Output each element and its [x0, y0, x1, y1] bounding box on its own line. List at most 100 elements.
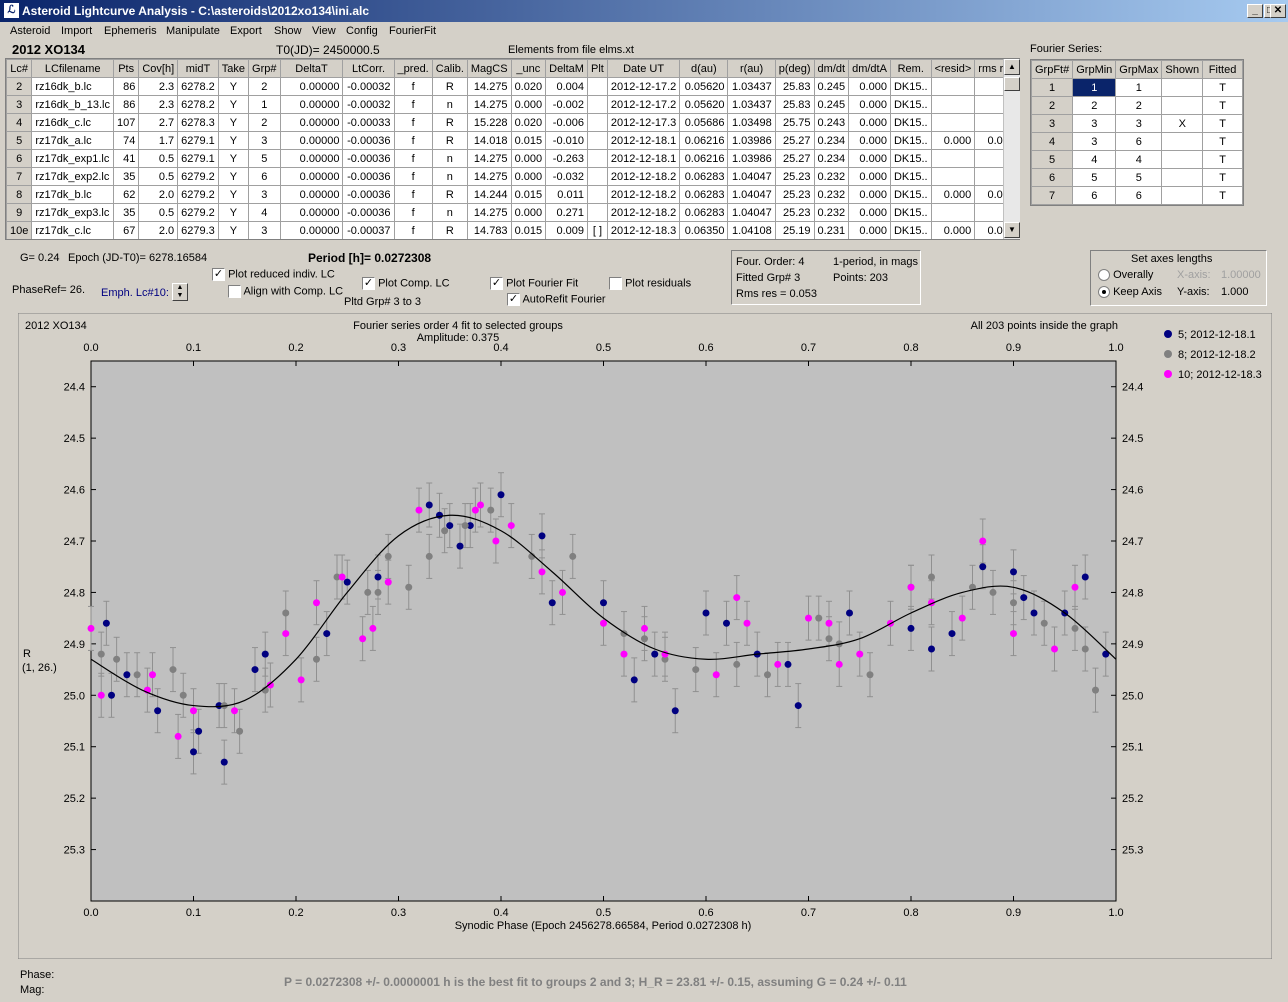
table-cell[interactable] [930, 95, 976, 114]
table-cell[interactable]: 2012-12-18.2 [606, 167, 681, 186]
lc-col-header[interactable]: r(au) [727, 59, 776, 78]
table-cell[interactable]: Y [217, 203, 250, 222]
table-cell[interactable]: 8 [6, 185, 33, 204]
table-cell[interactable]: rz17dk_a.lc [31, 131, 114, 150]
table-cell[interactable]: 25.83 [774, 95, 815, 114]
table-cell[interactable]: 14.275 [466, 95, 512, 114]
overally-radio[interactable]: Overally [1098, 269, 1153, 282]
table-cell[interactable]: Y [217, 221, 250, 239]
table-cell[interactable]: -0.00036 [342, 203, 395, 222]
lc-col-header[interactable]: Lc# [6, 59, 33, 78]
table-cell[interactable]: Y [217, 167, 250, 186]
fourier-row[interactable]: 436 T [1030, 132, 1244, 151]
table-cell[interactable]: rz17dk_c.lc [31, 221, 114, 239]
table-cell[interactable]: 0.05620 [679, 77, 729, 96]
table-cell[interactable]: 25.27 [774, 131, 815, 150]
lc-col-header[interactable]: MagCS [466, 59, 512, 78]
lc-col-header[interactable]: _unc [510, 59, 547, 78]
table-cell[interactable]: 6278.2 [177, 77, 219, 96]
table-cell[interactable]: f [393, 167, 433, 186]
fourier-cell[interactable]: 5 [1072, 168, 1117, 187]
fourier-cell[interactable]: 7 [1030, 186, 1074, 205]
fourier-col-header[interactable]: GrpMin [1072, 60, 1117, 79]
table-cell[interactable]: 0.245 [813, 77, 850, 96]
table-cell[interactable]: 1.03437 [727, 95, 776, 114]
table-cell[interactable]: rz16dk_b.lc [31, 77, 114, 96]
table-cell[interactable]: 14.275 [466, 203, 512, 222]
table-cell[interactable]: DK15.. [889, 77, 932, 96]
fourier-cell[interactable]: T [1202, 168, 1244, 187]
table-cell[interactable]: 2.7 [138, 113, 179, 132]
table-cell[interactable]: f [393, 149, 433, 168]
table-cell[interactable]: 0.06350 [679, 221, 729, 239]
table-cell[interactable]: 0.000 [848, 221, 891, 239]
table-cell[interactable]: 14.275 [466, 167, 512, 186]
lc-col-header[interactable]: Grp# [248, 59, 281, 78]
table-cell[interactable]: 0.00000 [279, 167, 344, 186]
fourier-cell[interactable] [1161, 168, 1204, 187]
table-cell[interactable]: 0.000 [848, 203, 891, 222]
scroll-down-icon[interactable]: ▼ [1004, 222, 1020, 238]
table-cell[interactable]: 0.000 [930, 185, 976, 204]
table-cell[interactable]: 62 [112, 185, 140, 204]
table-cell[interactable]: DK15.. [889, 149, 932, 168]
lc-col-header[interactable]: Pts [112, 59, 140, 78]
fourier-cell[interactable]: T [1202, 150, 1244, 169]
table-cell[interactable]: 6279.2 [177, 167, 219, 186]
fourier-col-header[interactable]: Fitted [1202, 60, 1244, 79]
table-cell[interactable]: 0.00000 [279, 149, 344, 168]
table-cell[interactable]: 2.0 [138, 185, 179, 204]
table-cell[interactable]: Y [217, 185, 250, 204]
fourier-cell[interactable]: 1 [1030, 78, 1074, 97]
table-cell[interactable]: -0.006 [545, 113, 588, 132]
table-cell[interactable]: 25.23 [774, 185, 815, 204]
fourier-cell[interactable]: 6 [1030, 168, 1074, 187]
table-cell[interactable]: 0.234 [813, 149, 850, 168]
table-cell[interactable]: 0.243 [813, 113, 850, 132]
table-cell[interactable] [587, 113, 608, 132]
fourier-cell[interactable]: 2 [1072, 96, 1117, 115]
table-cell[interactable] [930, 113, 976, 132]
table-cell[interactable]: 6278.2 [177, 95, 219, 114]
table-cell[interactable]: 0.00000 [279, 113, 344, 132]
fourier-cell[interactable]: 3 [1030, 114, 1074, 133]
table-cell[interactable]: -0.00036 [342, 131, 395, 150]
table-cell[interactable]: 0.000 [510, 95, 547, 114]
table-cell[interactable]: 107 [112, 113, 140, 132]
fourier-col-header[interactable]: GrpFt# [1030, 60, 1074, 79]
table-cell[interactable]: 0.000 [510, 149, 547, 168]
table-cell[interactable]: 9 [6, 203, 33, 222]
lc-col-header[interactable]: d(au) [679, 59, 729, 78]
lc-col-header[interactable]: dm/dt [813, 59, 850, 78]
table-cell[interactable]: 3 [6, 95, 33, 114]
table-cell[interactable]: 0.06216 [679, 131, 729, 150]
table-row[interactable]: 2 rz16dk_b.lc 86 2.3 6278.2 Y 2 0.00000 -0.00032… [6, 77, 1019, 96]
fourier-cell[interactable]: 4 [1115, 150, 1163, 169]
table-cell[interactable]: DK15.. [889, 203, 932, 222]
table-cell[interactable]: n [431, 149, 468, 168]
table-cell[interactable]: 3 [248, 185, 281, 204]
table-cell[interactable] [930, 203, 976, 222]
fourier-cell[interactable]: 1 [1115, 78, 1163, 97]
table-cell[interactable]: 0.000 [848, 185, 891, 204]
lc-col-header[interactable]: _pred. [393, 59, 433, 78]
table-cell[interactable]: 2 [248, 77, 281, 96]
table-cell[interactable]: 4 [248, 203, 281, 222]
table-cell[interactable]: 25.83 [774, 77, 815, 96]
table-cell[interactable]: 14.018 [466, 131, 512, 150]
fourier-cell[interactable]: 3 [1072, 132, 1117, 151]
fourier-cell[interactable]: 5 [1115, 168, 1163, 187]
table-row[interactable]: 7 rz17dk_exp2.lc 35 0.5 6279.2 Y 6 0.00000 -0.00… [6, 167, 1019, 186]
table-cell[interactable]: -0.00032 [342, 77, 395, 96]
menu-import[interactable]: Import [61, 25, 92, 37]
table-cell[interactable]: 0.000 [510, 203, 547, 222]
table-cell[interactable]: 67 [112, 221, 140, 239]
table-cell[interactable]: 2012-12-18.2 [606, 185, 681, 204]
table-cell[interactable]: 35 [112, 167, 140, 186]
fourier-col-header[interactable]: GrpMax [1115, 60, 1163, 79]
table-cell[interactable]: 2012-12-18.1 [606, 149, 681, 168]
table-cell[interactable]: DK15.. [889, 131, 932, 150]
table-cell[interactable]: 7 [6, 167, 33, 186]
x-axis-value[interactable]: 1.00000 [1221, 269, 1261, 281]
table-cell[interactable]: rz17dk_exp1.lc [31, 149, 114, 168]
